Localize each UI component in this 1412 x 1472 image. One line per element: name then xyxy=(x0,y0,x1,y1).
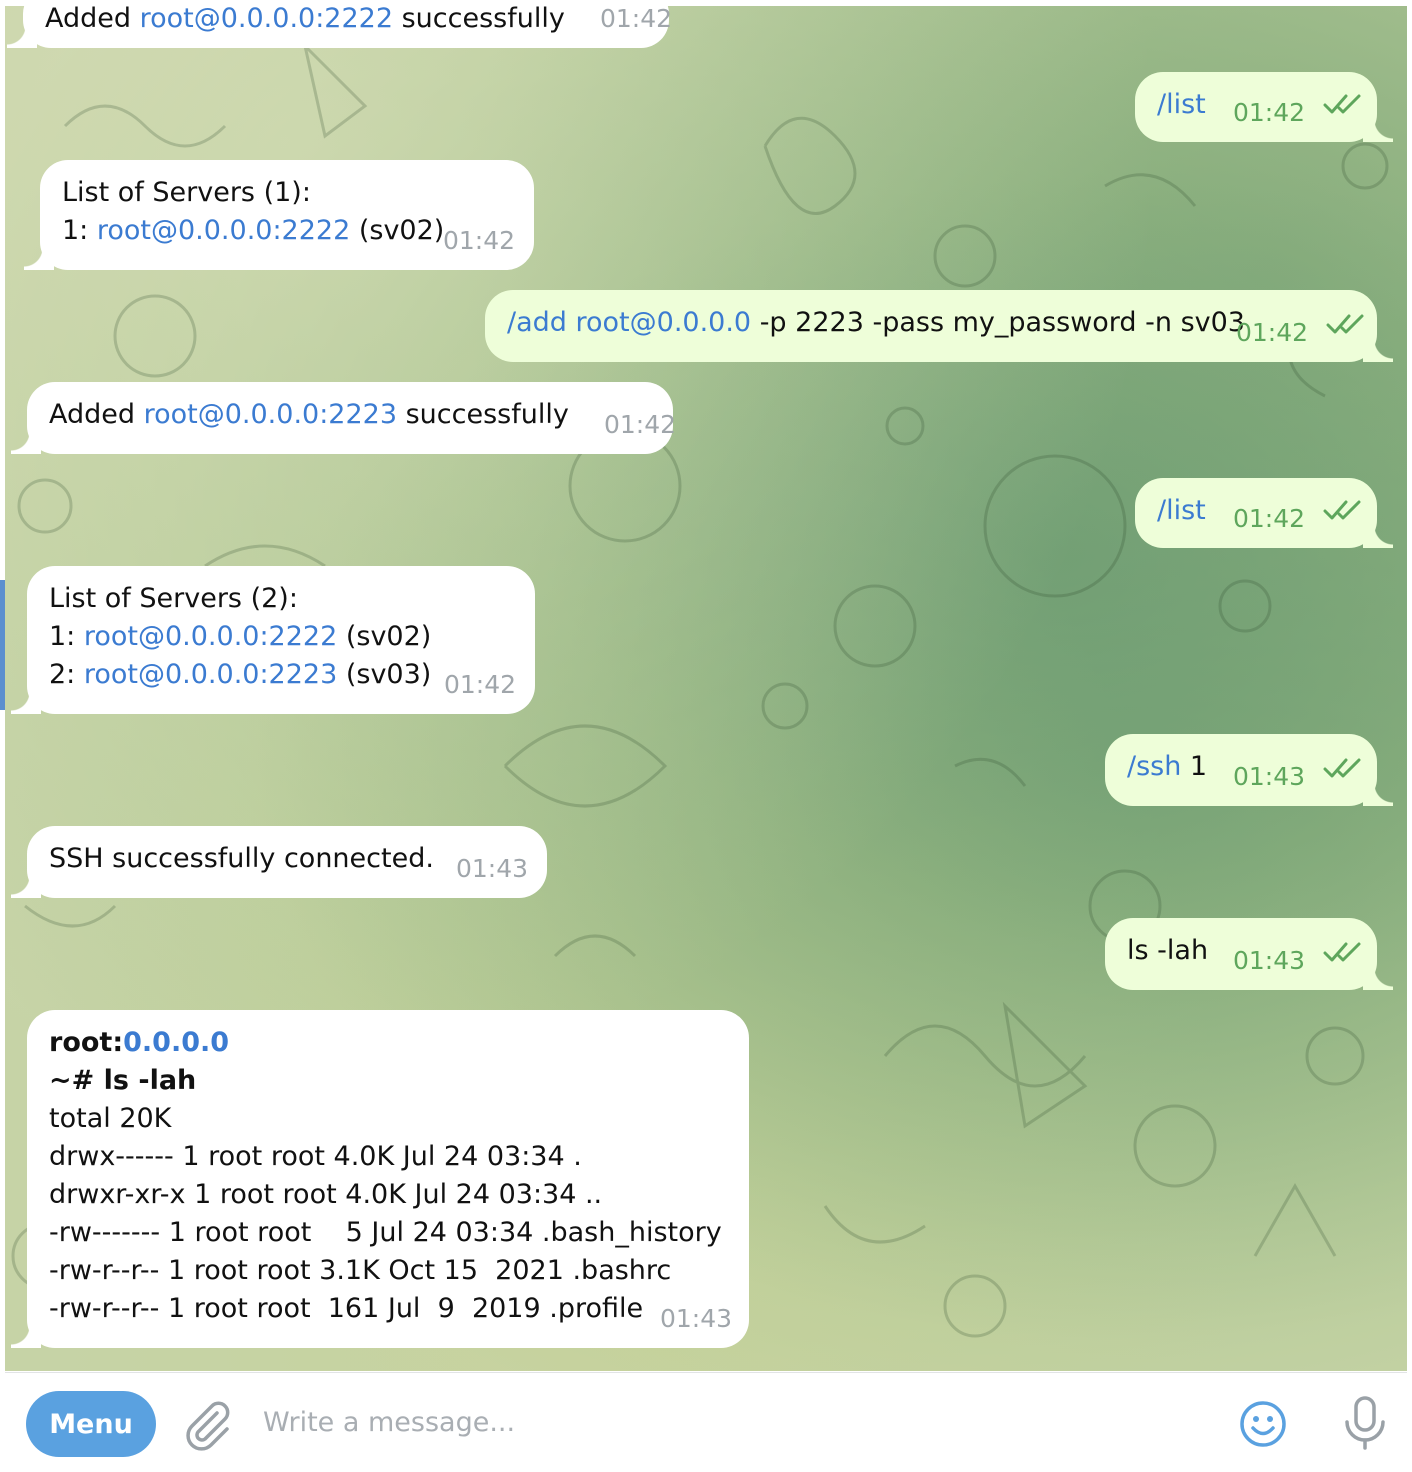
outgoing-message[interactable]: ls -lah 01:43 xyxy=(1105,918,1393,990)
message-text: ls -lah xyxy=(1127,935,1208,966)
double-check-icon xyxy=(1323,936,1365,974)
message-timestamp: 01:42 xyxy=(1233,98,1306,127)
message-text-run: successfully xyxy=(393,6,565,34)
message-timestamp: 01:42 xyxy=(1236,318,1309,347)
message-link[interactable]: root@0.0.0.0:2222 xyxy=(97,215,350,246)
incoming-message[interactable]: Added root@0.0.0.0:2222 successfully 01:4… xyxy=(7,6,673,48)
message-link[interactable]: 0.0.0.0 xyxy=(123,1027,229,1058)
message-timestamp: 01:42 xyxy=(604,410,677,439)
outgoing-message[interactable]: /ssh 1 01:43 xyxy=(1105,734,1393,806)
message-link[interactable]: root@0.0.0.0:2222 xyxy=(140,6,393,34)
smiley-icon[interactable] xyxy=(1238,1399,1288,1453)
paperclip-icon[interactable] xyxy=(181,1399,233,1455)
message-text: Added root@0.0.0.0:2222 successfully xyxy=(45,6,565,34)
message-input[interactable] xyxy=(263,1399,1163,1445)
message-timestamp: 01:43 xyxy=(1233,946,1306,975)
message-text: /ssh 1 xyxy=(1127,751,1207,782)
message-text-run: successfully xyxy=(397,399,569,430)
message-link[interactable]: /add xyxy=(507,307,567,338)
incoming-message[interactable]: List of Servers (1): 1: root@0.0.0.0:222… xyxy=(24,160,534,270)
message-timestamp: 01:43 xyxy=(456,854,529,883)
outgoing-message[interactable]: /list 01:42 xyxy=(1135,72,1393,142)
message-text: /list xyxy=(1157,89,1206,120)
message-text-run: root: xyxy=(49,1027,124,1058)
double-check-icon xyxy=(1326,308,1368,346)
message-text: SSH successfully connected. xyxy=(49,843,434,874)
message-link[interactable]: /list xyxy=(1157,495,1206,526)
message-link[interactable]: /list xyxy=(1157,89,1206,120)
message-text-run: ls -lah xyxy=(1127,935,1209,966)
message-text: List of Servers (1): 1: root@0.0.0.0:222… xyxy=(62,177,444,246)
incoming-message[interactable]: Added root@0.0.0.0:2223 successfully 01:4… xyxy=(11,382,677,454)
double-check-icon xyxy=(1323,494,1365,532)
message-text-run: ~# ls -lah xyxy=(49,1065,197,1096)
message-timestamp: 01:42 xyxy=(443,226,516,255)
double-check-icon xyxy=(1323,88,1365,126)
message-text-run: (sv02) xyxy=(350,215,445,246)
double-check-icon xyxy=(1323,752,1365,790)
chat-history[interactable]: Added root@0.0.0.0:2222 successfully 01:4… xyxy=(5,6,1407,1371)
message-text-run: SSH successfully connected. xyxy=(49,843,434,874)
message-timestamp: 01:42 xyxy=(1233,504,1306,533)
incoming-message[interactable]: SSH successfully connected. 01:43 xyxy=(11,826,547,898)
message-text-run: -p 2223 -pass my_password -n sv03 xyxy=(751,307,1245,338)
message-text-run xyxy=(567,307,576,338)
message-text: List of Servers (2): 1: root@0.0.0.0:222… xyxy=(49,583,431,690)
message-text: root:0.0.0.0 ~# ls -lah total 20K drwx--… xyxy=(49,1027,722,1324)
incoming-message[interactable]: root:0.0.0.0 ~# ls -lah total 20K drwx--… xyxy=(11,1010,749,1348)
outgoing-message[interactable]: /list 01:42 xyxy=(1135,478,1393,548)
message-link[interactable]: root@0.0.0.0:2223 xyxy=(144,399,397,430)
menu-button[interactable]: Menu xyxy=(26,1391,156,1457)
message-link[interactable]: root@0.0.0.0:2222 xyxy=(84,621,337,652)
message-link[interactable]: /ssh xyxy=(1127,751,1181,782)
message-timestamp: 01:42 xyxy=(600,6,673,33)
message-text-run: 1 xyxy=(1181,751,1208,782)
message-text-run: Added xyxy=(45,6,140,34)
microphone-icon[interactable] xyxy=(1338,1395,1392,1455)
message-composer: Menu xyxy=(5,1372,1407,1472)
message-link[interactable]: root@0.0.0.0:2223 xyxy=(84,659,337,690)
message-timestamp: 01:43 xyxy=(1233,762,1306,791)
message-timestamp: 01:43 xyxy=(660,1304,733,1333)
active-chat-indicator xyxy=(0,580,5,710)
message-text-run: (sv03) xyxy=(337,659,432,690)
outgoing-message[interactable]: /add root@0.0.0.0 -p 2223 -pass my_passw… xyxy=(485,290,1393,362)
message-text-run: total 20K drwx------ 1 root root 4.0K Ju… xyxy=(49,1103,722,1324)
message-text: /list xyxy=(1157,495,1206,526)
message-link[interactable]: root@0.0.0.0 xyxy=(576,307,752,338)
message-text: /add root@0.0.0.0 -p 2223 -pass my_passw… xyxy=(507,307,1245,338)
message-text-run: Added xyxy=(49,399,144,430)
message-text: Added root@0.0.0.0:2223 successfully xyxy=(49,399,569,430)
incoming-message[interactable]: List of Servers (2): 1: root@0.0.0.0:222… xyxy=(11,566,535,714)
message-timestamp: 01:42 xyxy=(444,670,517,699)
